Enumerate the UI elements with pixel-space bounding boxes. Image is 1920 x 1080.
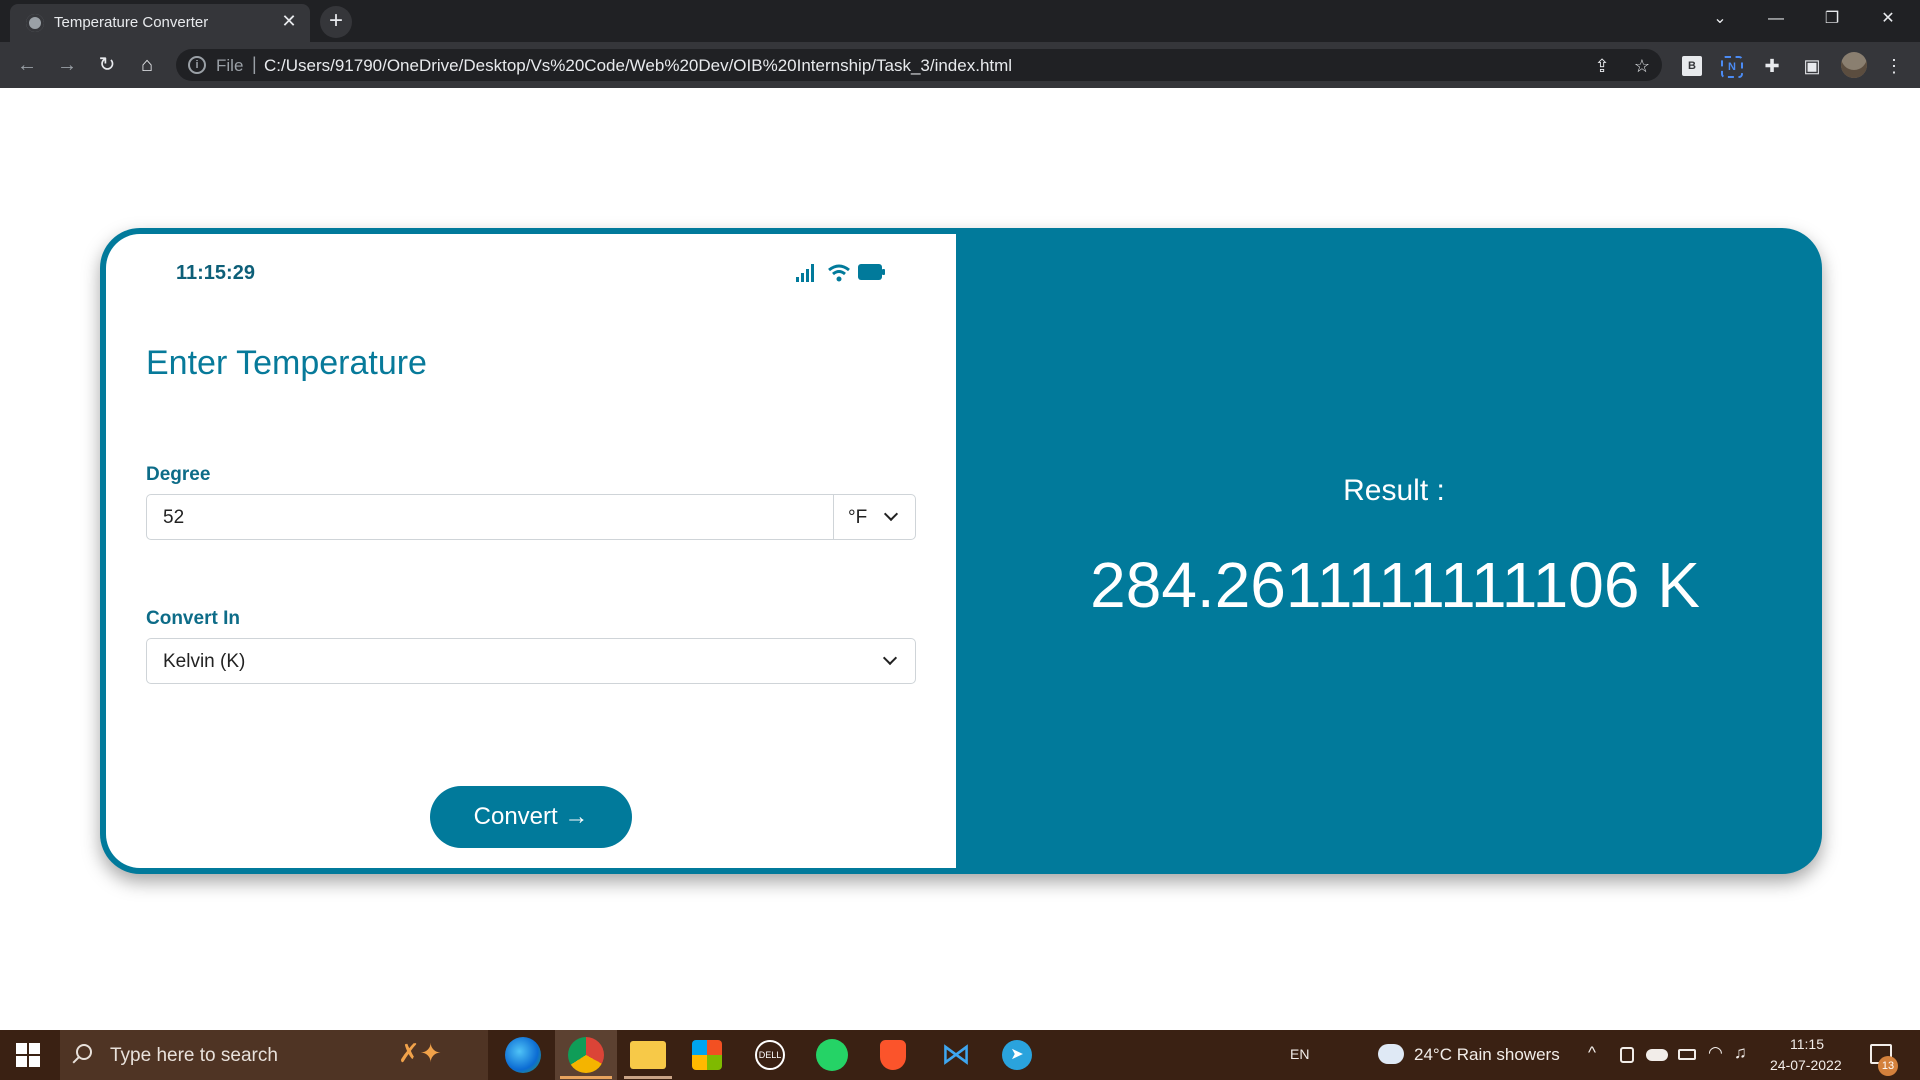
browser-tabstrip: Temperature Converter ✕ + ⌄ — ❐ ✕	[0, 0, 1920, 42]
search-highlight-icon: ✗✦	[398, 1038, 442, 1068]
taskbar: Type here to search ✗✦ DELL ⋈ ➤ EN 24°C …	[0, 1030, 1920, 1080]
browser-toolbar: ← → ↻ ⌂ i File | C:/Users/91790/OneDrive…	[0, 42, 1920, 88]
onedrive-icon[interactable]	[1646, 1049, 1668, 1061]
wifi-icon	[828, 264, 850, 282]
close-window-button[interactable]: ✕	[1860, 0, 1916, 38]
status-time: 11:15:29	[176, 262, 255, 284]
extension-n-icon[interactable]: N	[1721, 56, 1743, 78]
back-arrow-icon[interactable]: ←	[12, 50, 42, 80]
signal-icon	[796, 262, 818, 284]
wifi-tray-icon[interactable]: ◠	[1708, 1043, 1723, 1063]
restore-button[interactable]: ❐	[1804, 0, 1860, 38]
brave-icon[interactable]	[880, 1040, 906, 1070]
status-icons	[796, 262, 896, 286]
minimize-button[interactable]: —	[1748, 0, 1804, 38]
search-icon	[76, 1044, 92, 1060]
chevron-down-icon	[882, 650, 898, 666]
result-value: 284.2611111111106 K	[1090, 549, 1700, 621]
side-panel-icon[interactable]: ▣	[1800, 54, 1824, 78]
address-separator: |	[252, 54, 257, 74]
tab-title: Temperature Converter	[54, 14, 209, 31]
notification-badge: 13	[1878, 1056, 1898, 1076]
extensions-puzzle-icon[interactable]: ✚	[1760, 54, 1784, 78]
clock-time[interactable]: 11:15	[1790, 1036, 1824, 1052]
dell-icon[interactable]: DELL	[755, 1040, 785, 1070]
convert-in-label: Convert In	[146, 608, 240, 629]
address-scheme: File	[216, 56, 244, 75]
convert-in-value: Kelvin (K)	[163, 651, 246, 672]
address-url[interactable]: C:/Users/91790/OneDrive/Desktop/Vs%20Cod…	[264, 56, 1012, 76]
explorer-indicator	[624, 1076, 672, 1079]
edge-icon[interactable]	[505, 1037, 541, 1073]
convert-button[interactable]: Convert →	[430, 786, 632, 848]
share-icon[interactable]: ⇪	[1590, 54, 1614, 78]
phone-panel: 11:15:29 Enter Temperature Degree 52 °F …	[106, 234, 956, 868]
telegram-icon[interactable]: ➤	[1002, 1040, 1032, 1070]
convert-in-select[interactable]: Kelvin (K)	[146, 638, 916, 684]
globe-icon	[26, 14, 44, 32]
windows-start-icon[interactable]	[16, 1043, 40, 1067]
taskbar-search[interactable]: Type here to search ✗✦	[60, 1030, 488, 1080]
unit-select-value: °F	[848, 507, 868, 528]
meet-now-icon[interactable]	[1620, 1047, 1634, 1063]
info-icon[interactable]: i	[188, 56, 206, 74]
file-explorer-icon[interactable]	[630, 1041, 666, 1069]
chevron-down-icon	[883, 506, 899, 522]
unit-select[interactable]: °F	[833, 495, 915, 539]
whatsapp-icon[interactable]	[816, 1039, 848, 1071]
battery-icon	[858, 264, 885, 280]
weather-text[interactable]: 24°C Rain showers	[1414, 1045, 1560, 1065]
menu-dots-icon[interactable]: ⋮	[1882, 54, 1906, 78]
vscode-icon[interactable]: ⋈	[940, 1039, 972, 1071]
home-icon[interactable]: ⌂	[132, 50, 162, 80]
battery-tray-icon[interactable]	[1678, 1049, 1696, 1060]
chrome-active-indicator	[560, 1076, 612, 1079]
weather-icon	[1378, 1044, 1404, 1064]
store-icon[interactable]	[692, 1040, 722, 1070]
new-tab-button[interactable]: +	[320, 6, 352, 38]
forward-arrow-icon[interactable]: →	[52, 50, 82, 80]
degree-input-group: 52 °F	[146, 494, 916, 540]
result-label: Result :	[1343, 474, 1445, 507]
clock-date[interactable]: 24-07-2022	[1770, 1057, 1842, 1073]
volume-icon[interactable]: ♫	[1734, 1043, 1747, 1063]
tab-close-button[interactable]: ✕	[278, 10, 300, 32]
degree-label: Degree	[146, 464, 211, 485]
profile-avatar[interactable]	[1841, 52, 1867, 78]
language-indicator[interactable]: EN	[1290, 1046, 1309, 1062]
tab-search-button[interactable]: ⌄	[1692, 0, 1748, 38]
bookmark-star-icon[interactable]: ☆	[1630, 54, 1654, 78]
tray-chevron-up-icon[interactable]: ^	[1588, 1043, 1596, 1063]
browser-tab[interactable]: Temperature Converter ✕	[10, 4, 310, 42]
extension-b-icon[interactable]: B	[1682, 56, 1702, 76]
chrome-icon[interactable]	[568, 1037, 604, 1073]
form-title: Enter Temperature	[146, 344, 427, 382]
reload-icon[interactable]: ↻	[92, 50, 122, 80]
search-placeholder: Type here to search	[110, 1045, 278, 1066]
address-bar[interactable]: i File | C:/Users/91790/OneDrive/Desktop…	[176, 49, 1662, 81]
degree-input[interactable]: 52	[163, 507, 184, 529]
